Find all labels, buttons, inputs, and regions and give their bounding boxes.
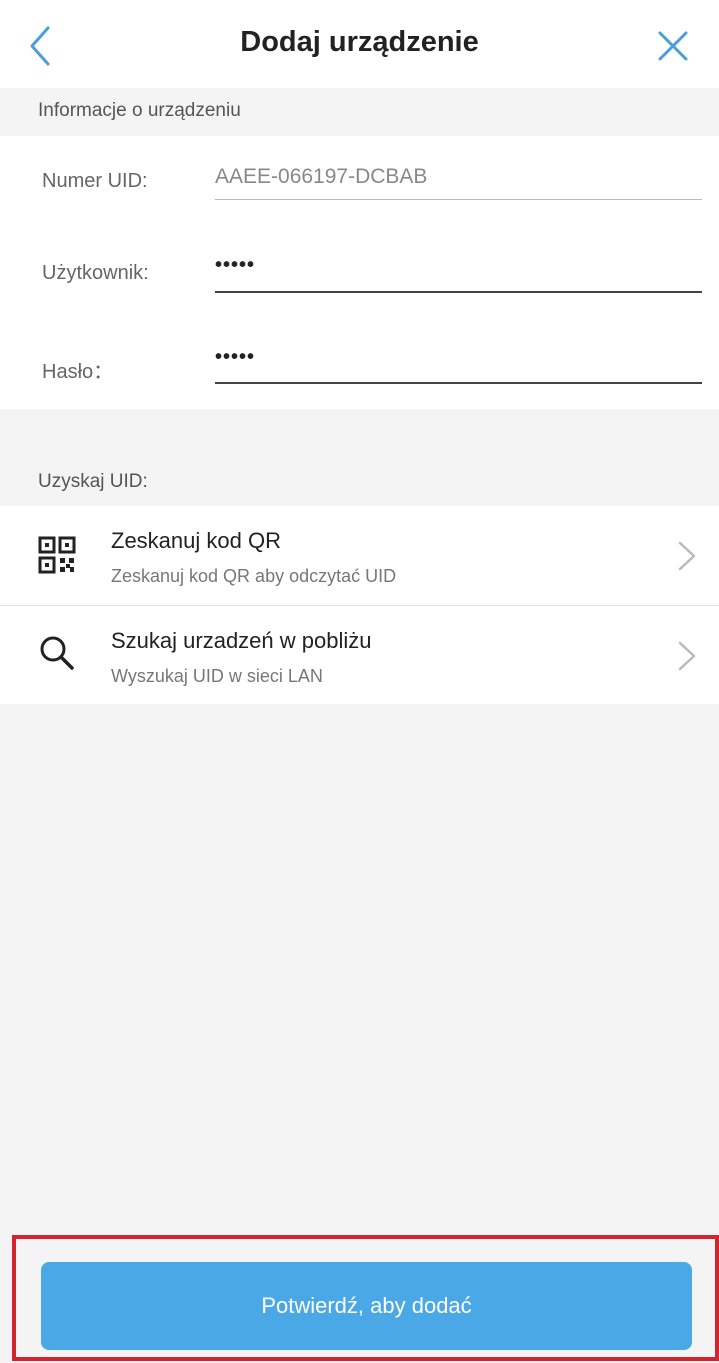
user-underline — [215, 291, 702, 293]
close-button[interactable] — [653, 26, 693, 66]
uid-underline — [215, 199, 702, 200]
get-uid-section-label: Uzyskaj UID: — [38, 471, 148, 492]
search-nearby-title: Szukaj urzadzeń w pobliżu — [111, 628, 372, 653]
uid-label: Numer UID: — [42, 170, 148, 192]
confirm-add-button[interactable]: Potwierdź, aby dodać — [41, 1262, 692, 1350]
search-icon — [40, 636, 74, 670]
password-input[interactable] — [215, 338, 702, 382]
chevron-right-icon — [678, 641, 696, 671]
scan-qr-title: Zeskanuj kod QR — [111, 528, 281, 553]
uid-input[interactable] — [215, 158, 702, 202]
options-divider — [0, 605, 719, 606]
scan-qr-option[interactable]: Zeskanuj kod QR Zeskanuj kod QR aby odcz… — [0, 506, 719, 604]
page-title: Dodaj urządzenie — [240, 26, 479, 58]
password-label: Hasło： — [42, 361, 114, 383]
user-label: Użytkownik: — [42, 262, 149, 284]
qr-code-icon — [38, 536, 76, 574]
device-info-panel: Numer UID: Użytkownik: Hasło： — [0, 136, 719, 409]
add-device-screen: Dodaj urządzenie Informacje o urządzeniu… — [0, 0, 719, 1363]
search-nearby-option[interactable]: Szukaj urzadzeń w pobliżu Wyszukaj UID w… — [0, 606, 719, 704]
scan-qr-subtitle: Zeskanuj kod QR aby odczytać UID — [111, 566, 397, 586]
device-info-section-label: Informacje o urządzeniu — [38, 100, 241, 121]
user-input[interactable] — [215, 246, 702, 290]
search-nearby-subtitle: Wyszukaj UID w sieci LAN — [111, 666, 323, 686]
password-underline — [215, 382, 702, 384]
chevron-right-icon — [678, 541, 696, 571]
close-icon — [658, 31, 688, 61]
top-bar: Dodaj urządzenie — [0, 0, 719, 88]
